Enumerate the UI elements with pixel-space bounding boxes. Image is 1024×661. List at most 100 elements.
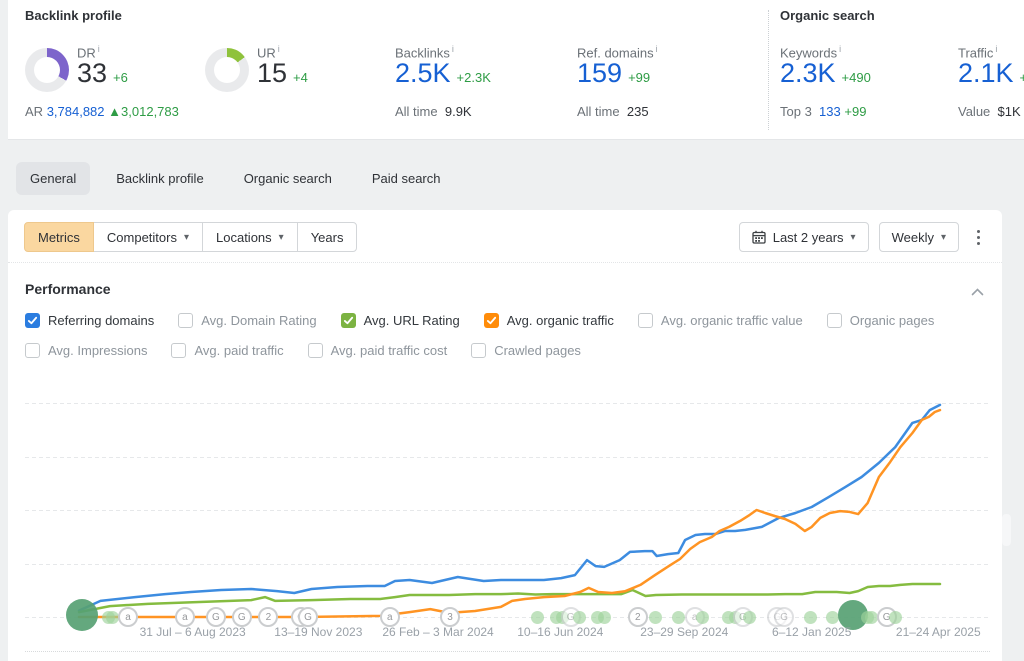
event-dot[interactable] (804, 611, 817, 624)
event-badge-a[interactable]: a (380, 607, 400, 627)
refdomains-value-link[interactable]: 159 (577, 58, 622, 88)
filter-button-metrics[interactable]: Metrics (24, 222, 94, 252)
metric-checkbox-avg-paid-traffic[interactable]: Avg. paid traffic (171, 343, 283, 358)
checkbox-unchecked-icon (178, 313, 193, 328)
event-badge-g[interactable]: G (232, 607, 252, 627)
refdomains-alltime: All time 235 (577, 104, 649, 119)
event-dot[interactable] (889, 611, 902, 624)
kebab-menu-icon[interactable] (969, 226, 988, 249)
refdomains-value: 159+99 (577, 58, 650, 93)
checkbox-checked-icon (341, 313, 356, 328)
top3-value-link[interactable]: 133 (819, 104, 841, 119)
scrollbar-thumb[interactable] (1002, 514, 1011, 546)
dr-value: 33+6 (77, 58, 128, 93)
tab-general[interactable]: General (16, 162, 90, 195)
metric-checkbox-crawled-pages[interactable]: Crawled pages (471, 343, 581, 358)
info-icon[interactable]: i (656, 44, 658, 54)
performance-chart[interactable]: aaGG2GGa3G2aGGGG31 Jul – 6 Aug 202313–19… (25, 380, 990, 652)
granularity-button[interactable]: Weekly ▾ (879, 222, 959, 252)
ur-value: 15+4 (257, 58, 308, 93)
tab-paid-search[interactable]: Paid search (358, 162, 455, 195)
metric-checkbox-label: Avg. organic traffic value (661, 313, 803, 328)
keywords-value-link[interactable]: 2.3K (780, 58, 836, 88)
metric-toggles-row-2: Avg. Impressions Avg. paid traffic Avg. pa… (25, 343, 581, 358)
event-badge-a[interactable]: a (118, 607, 138, 627)
metric-checkbox-label: Crawled pages (494, 343, 581, 358)
event-dot[interactable] (826, 611, 839, 624)
caret-down-icon: ▾ (184, 232, 189, 243)
tab-backlink-profile[interactable]: Backlink profile (102, 162, 217, 195)
caret-down-icon: ▾ (279, 232, 284, 243)
dr-donut (25, 48, 69, 92)
metric-checkbox-avg-paid-traffic-cost[interactable]: Avg. paid traffic cost (308, 343, 448, 358)
checkbox-unchecked-icon (827, 313, 842, 328)
metric-checkbox-organic-pages[interactable]: Organic pages (827, 313, 935, 328)
backlink-profile-title: Backlink profile (25, 8, 122, 23)
series-line-avg-url-rating (79, 584, 940, 612)
filter-button-years[interactable]: Years (297, 222, 358, 252)
metric-checkbox-label: Avg. organic traffic (507, 313, 614, 328)
series-line-referring-domains (79, 405, 940, 611)
event-badge-g[interactable]: G (298, 607, 318, 627)
backlinks-alltime: All time 9.9K (395, 104, 472, 119)
performance-title: Performance (25, 281, 111, 297)
event-badge-a[interactable]: a (175, 607, 195, 627)
checkbox-unchecked-icon (638, 313, 653, 328)
milestone-marker[interactable] (66, 599, 98, 631)
backlinks-value-link[interactable]: 2.5K (395, 58, 451, 88)
info-icon[interactable]: i (452, 44, 454, 54)
traffic-value-link[interactable]: 2.1K (958, 58, 1014, 88)
metric-checkbox-avg-impressions[interactable]: Avg. Impressions (25, 343, 147, 358)
keywords-top3: Top 3 133 +99 (780, 104, 866, 119)
info-icon[interactable]: i (995, 44, 997, 54)
event-badge-3[interactable]: 3 (440, 607, 460, 627)
metric-checkbox-referring-domains[interactable]: Referring domains (25, 313, 154, 328)
event-dot[interactable] (531, 611, 544, 624)
event-badge-g[interactable]: G (206, 607, 226, 627)
info-icon[interactable]: i (278, 44, 280, 54)
info-icon[interactable]: i (839, 44, 841, 54)
x-axis-tick-label: 13–19 Nov 2023 (274, 625, 362, 639)
x-axis-tick-label: 23–29 Sep 2024 (640, 625, 728, 639)
ar-value-link[interactable]: 3,784,882 (47, 104, 105, 119)
checkbox-unchecked-icon (171, 343, 186, 358)
section-divider (768, 10, 769, 130)
toolbar-separator (8, 262, 1002, 263)
traffic-value: 2.1K+ (958, 58, 1024, 93)
filter-button-locations[interactable]: Locations▾ (202, 222, 298, 252)
checkbox-checked-icon (484, 313, 499, 328)
chart-toolbar: MetricsCompetitors▾Locations▾Years Last … (24, 222, 988, 252)
event-dot[interactable] (743, 611, 756, 624)
overview-header: Backlink profile DRi 33+6 URi 15+4 AR 3,… (8, 0, 1024, 140)
event-badge-2[interactable]: 2 (628, 607, 648, 627)
filter-button-competitors[interactable]: Competitors▾ (93, 222, 203, 252)
checkbox-unchecked-icon (25, 343, 40, 358)
info-icon[interactable]: i (98, 44, 100, 54)
checkbox-unchecked-icon (471, 343, 486, 358)
metric-checkbox-label: Avg. Impressions (48, 343, 147, 358)
event-dot[interactable] (672, 611, 685, 624)
collapse-section-button[interactable] (971, 284, 984, 299)
ur-donut (205, 48, 249, 92)
backlinks-value: 2.5K+2.3K (395, 58, 491, 93)
metric-checkbox-avg-url-rating[interactable]: Avg. URL Rating (341, 313, 460, 328)
section-tabs: General Backlink profile Organic search Pai… (16, 162, 455, 195)
metric-checkbox-label: Organic pages (850, 313, 935, 328)
general-panel: MetricsCompetitors▾Locations▾Years Last … (8, 210, 1002, 661)
event-dot[interactable] (649, 611, 662, 624)
x-axis-tick-label: 21–24 Apr 2025 (896, 625, 981, 639)
tab-organic-search[interactable]: Organic search (230, 162, 346, 195)
date-range-label: Last 2 years (773, 230, 844, 245)
metric-checkbox-label: Avg. URL Rating (364, 313, 460, 328)
chevron-up-icon (971, 288, 984, 296)
granularity-label: Weekly (892, 230, 934, 245)
event-dot[interactable] (573, 611, 586, 624)
caret-down-icon: ▾ (851, 232, 856, 243)
metric-checkbox-avg-organic-traffic-value[interactable]: Avg. organic traffic value (638, 313, 803, 328)
metric-checkbox-avg-organic-traffic[interactable]: Avg. organic traffic (484, 313, 614, 328)
date-range-button[interactable]: Last 2 years ▾ (739, 222, 869, 252)
event-dot[interactable] (696, 611, 709, 624)
event-dot[interactable] (598, 611, 611, 624)
traffic-value-sub: Value $1K (958, 104, 1021, 119)
metric-checkbox-avg-domain-rating[interactable]: Avg. Domain Rating (178, 313, 316, 328)
